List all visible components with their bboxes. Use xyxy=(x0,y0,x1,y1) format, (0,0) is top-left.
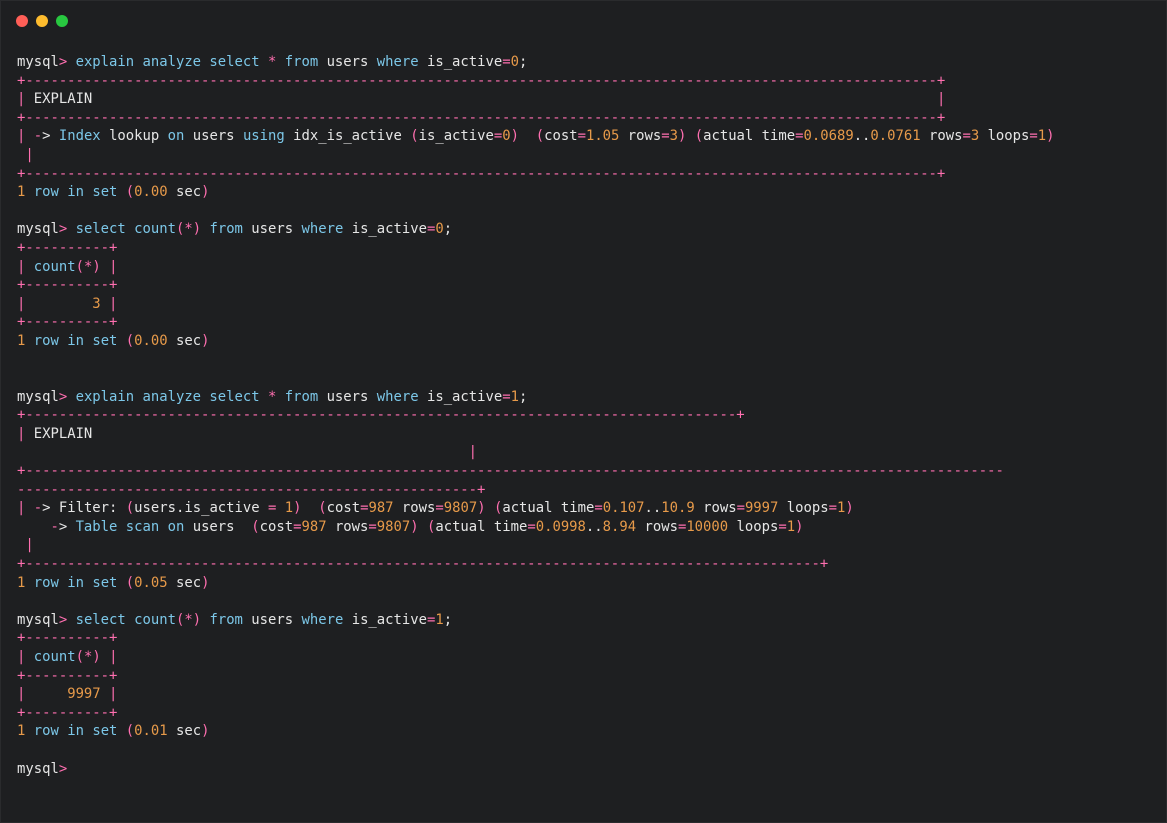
table-header: | EXPLAIN xyxy=(17,425,93,442)
table-border: ----------------------------------------… xyxy=(17,481,486,498)
result-line: 1 row in set (0.05 sec) xyxy=(17,574,210,591)
table-row: -> Table scan on users (cost=987 rows=98… xyxy=(50,518,804,535)
table-row: | 3 | xyxy=(17,295,118,312)
table-border: +---------------------------------------… xyxy=(17,407,745,424)
result-line: 1 row in set (0.01 sec) xyxy=(17,723,210,740)
table-border: +---------------------------------------… xyxy=(17,165,946,182)
table-header: | EXPLAIN | xyxy=(17,91,946,108)
table-border: +---------------------------------------… xyxy=(17,72,946,89)
table-header: | count(*) | xyxy=(17,649,118,665)
table-row: | xyxy=(25,537,34,554)
table-row: | 9997 | xyxy=(17,686,118,703)
table-header-tail: | xyxy=(17,444,477,461)
active-prompt: mysql> xyxy=(17,760,68,777)
command-line: mysql> explain analyze select * from use… xyxy=(17,54,528,70)
table-border: +---------------------------------------… xyxy=(17,556,829,573)
command-line: mysql> select count(*) from users where … xyxy=(17,221,453,238)
table-border: +----------+ xyxy=(17,239,118,256)
command-line: mysql> select count(*) from users where … xyxy=(17,611,453,628)
table-row: | -> Filter: (users.is_active = 1) (cost… xyxy=(17,500,854,517)
table-row: | -> Index lookup on users using idx_is_… xyxy=(17,128,1055,145)
table-border: +----------+ xyxy=(17,277,118,294)
table-border: +----------+ xyxy=(17,667,118,684)
table-border: +----------+ xyxy=(17,704,118,721)
minimize-button[interactable] xyxy=(36,15,48,27)
terminal-window: mysql> explain analyze select * from use… xyxy=(0,0,1167,823)
table-row: | xyxy=(25,146,34,163)
maximize-button[interactable] xyxy=(56,15,68,27)
close-button[interactable] xyxy=(16,15,28,27)
result-line: 1 row in set (0.00 sec) xyxy=(17,332,210,349)
table-border: +---------------------------------------… xyxy=(17,463,1004,480)
table-header: | count(*) | xyxy=(17,258,118,275)
table-border: +----------+ xyxy=(17,630,118,647)
terminal-output[interactable]: mysql> explain analyze select * from use… xyxy=(17,53,1156,778)
result-line: 1 row in set (0.00 sec) xyxy=(17,184,210,201)
command-line: mysql> explain analyze select * from use… xyxy=(17,388,528,405)
table-border: +----------+ xyxy=(17,314,118,331)
table-border: +---------------------------------------… xyxy=(17,109,946,126)
window-controls xyxy=(16,15,68,27)
